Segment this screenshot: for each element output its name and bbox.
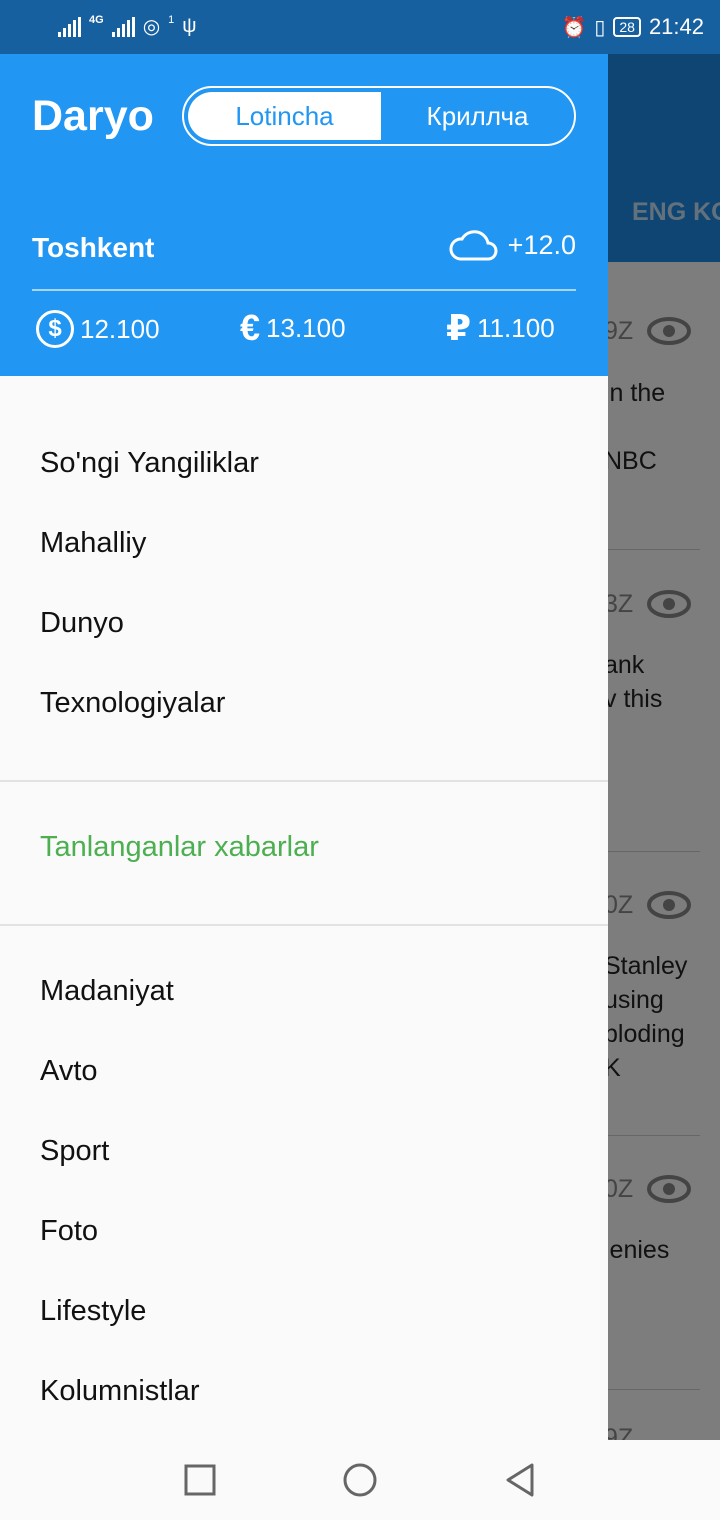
rub-rate-value: 11.100 xyxy=(477,312,555,343)
hotspot-icon: ◎ xyxy=(142,16,161,38)
circle-icon[interactable] xyxy=(342,1462,378,1498)
header-divider xyxy=(32,289,576,291)
menu-item-lifestyle[interactable]: Lifestyle xyxy=(40,1295,146,1328)
menu-item-local[interactable]: Mahalliy xyxy=(40,527,146,560)
menu-item-auto[interactable]: Avto xyxy=(40,1055,98,1088)
square-icon[interactable] xyxy=(182,1462,218,1498)
rate-rub: ₽ 11.100 xyxy=(446,310,555,346)
cloud-icon xyxy=(449,230,498,261)
temperature: +12.0 xyxy=(507,229,576,260)
menu-item-sport[interactable]: Sport xyxy=(40,1135,109,1168)
status-right-icons: ⏰ ▯ 28 21:42 xyxy=(561,0,704,54)
alarm-icon: ⏰ xyxy=(561,16,587,39)
usb-icon: ψ xyxy=(182,15,197,37)
menu-item-technology[interactable]: Texnologiyalar xyxy=(40,687,225,720)
rate-eur: € 13.100 xyxy=(240,310,346,346)
menu-item-columnists[interactable]: Kolumnistlar xyxy=(40,1375,200,1408)
dollar-icon: $ xyxy=(36,310,74,348)
triangle-back-icon[interactable] xyxy=(502,1462,538,1498)
brand-title: Daryo xyxy=(32,92,154,140)
ruble-icon: ₽ xyxy=(446,307,472,348)
signal-icon xyxy=(58,16,81,37)
eur-rate-value: 13.100 xyxy=(266,312,346,343)
network-type: 4G xyxy=(89,14,104,26)
sim-index: 1 xyxy=(168,14,175,26)
lang-latin-button[interactable]: Lotincha xyxy=(188,92,381,140)
city-name: Toshkent xyxy=(32,232,155,263)
euro-icon: € xyxy=(240,307,261,348)
language-toggle: Lotincha Криллча xyxy=(182,86,576,146)
status-left-icons: 4G ◎ 1 ψ xyxy=(58,14,197,39)
signal-2-icon xyxy=(111,16,135,37)
menu-item-culture[interactable]: Madaniyat xyxy=(40,975,174,1008)
menu-item-latest[interactable]: So'ngi Yangiliklar xyxy=(40,447,259,480)
lang-cyrillic-button[interactable]: Криллча xyxy=(381,88,574,144)
menu-divider xyxy=(0,924,608,926)
drawer-header: Daryo Lotincha Криллча Toshkent +12.0 $ … xyxy=(0,54,608,376)
menu-divider xyxy=(0,780,608,782)
menu-item-favorites[interactable]: Tanlanganlar xabarlar xyxy=(40,831,319,864)
clock: 21:42 xyxy=(648,14,704,39)
system-nav-bar xyxy=(0,1440,720,1520)
navigation-drawer: Daryo Lotincha Криллча Toshkent +12.0 $ … xyxy=(0,54,608,1440)
status-bar: 4G ◎ 1 ψ ⏰ ▯ 28 21:42 xyxy=(0,0,720,54)
menu-item-photo[interactable]: Foto xyxy=(40,1215,98,1248)
rate-usd: $ 12.100 xyxy=(36,310,160,348)
battery-icon: 28 xyxy=(613,17,641,37)
menu-item-world[interactable]: Dunyo xyxy=(40,607,124,640)
usd-rate-value: 12.100 xyxy=(80,313,160,344)
vibrate-icon: ▯ xyxy=(594,16,606,39)
weather: +12.0 xyxy=(448,228,576,262)
